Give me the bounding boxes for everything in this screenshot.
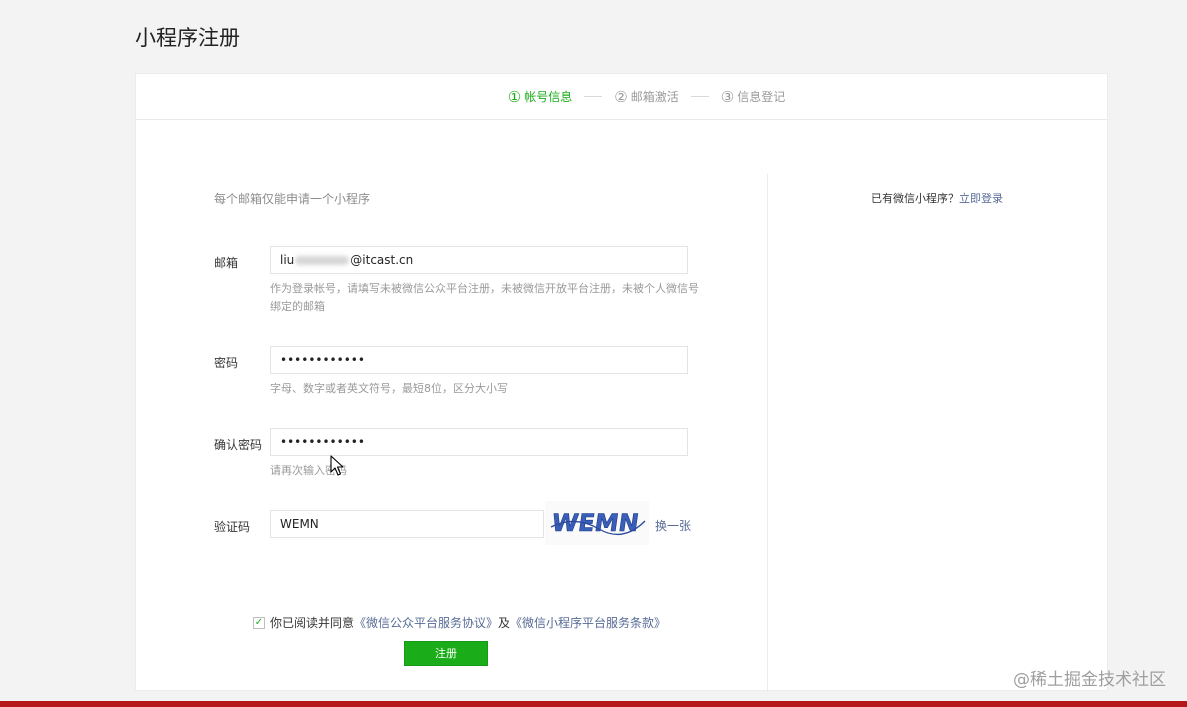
step-number: ② bbox=[614, 87, 628, 106]
agreement: ✓ 你已阅读并同意 《微信公众平台服务协议》 及 《微信小程序平台服务条款》 bbox=[253, 614, 666, 631]
captcha-label: 验证码 bbox=[214, 520, 251, 534]
step-email-activation: ② 邮箱激活 bbox=[614, 88, 678, 106]
register-button[interactable]: 注册 bbox=[404, 641, 488, 666]
step-divider bbox=[690, 96, 709, 97]
password-field[interactable]: •••••••••••• bbox=[270, 346, 688, 374]
registration-form: 每个邮箱仅能申请一个小程序 邮箱 liu @itcast.cn 作为登录帐号，请填… bbox=[136, 174, 768, 692]
blurred-text bbox=[295, 256, 350, 265]
step-info-registration: ③ 信息登记 bbox=[721, 88, 785, 106]
step-account-info: ① 帐号信息 bbox=[508, 88, 572, 106]
login-prompt-text: 已有微信小程序？ bbox=[871, 192, 959, 205]
service-agreement-link[interactable]: 《微信公众平台服务协议》 bbox=[354, 614, 498, 631]
agreement-middle: 及 bbox=[498, 616, 511, 630]
password-label: 密码 bbox=[214, 356, 239, 370]
confirm-password-label: 确认密码 bbox=[214, 438, 263, 452]
captcha-graphic: WEMN bbox=[550, 509, 646, 537]
step-label: 帐号信息 bbox=[524, 90, 573, 104]
email-value-start: liu bbox=[280, 253, 295, 267]
step-label: 邮箱激活 bbox=[630, 90, 679, 104]
bottom-bar bbox=[0, 701, 1187, 707]
email-value-end: @itcast.cn bbox=[350, 253, 414, 267]
mouse-cursor-icon bbox=[330, 455, 344, 476]
step-number: ① bbox=[507, 87, 522, 106]
watermark: @稀土掘金技术社区 bbox=[1013, 670, 1166, 690]
login-prompt: 已有微信小程序？立即登录 bbox=[871, 190, 1003, 206]
form-hint: 每个邮箱仅能申请一个小程序 bbox=[214, 192, 371, 206]
registration-card: ① 帐号信息 ② 邮箱激活 ③ 信息登记 每个邮箱仅能申请一个小程序 邮箱 li… bbox=[135, 73, 1108, 692]
step-divider bbox=[584, 96, 603, 97]
agreement-prefix: 你已阅读并同意 bbox=[270, 616, 355, 630]
step-label: 信息登记 bbox=[737, 90, 786, 104]
login-link[interactable]: 立即登录 bbox=[959, 192, 1003, 205]
captcha-refresh-link[interactable]: 换一张 bbox=[655, 517, 691, 534]
captcha-input[interactable]: WEMN bbox=[270, 510, 544, 538]
email-field[interactable]: liu @itcast.cn bbox=[270, 246, 688, 274]
email-description: 作为登录帐号，请填写未被微信公众平台注册，未被微信开放平台注册，未被个人微信号绑… bbox=[270, 282, 699, 313]
confirm-password-field[interactable]: •••••••••••• bbox=[270, 428, 688, 456]
password-description: 字母、数字或者英文符号，最短8位，区分大小写 bbox=[270, 382, 508, 395]
miniprogram-terms-link[interactable]: 《微信小程序平台服务条款》 bbox=[510, 614, 666, 631]
agreement-checkbox[interactable]: ✓ bbox=[253, 616, 265, 629]
captcha-image[interactable]: WEMN bbox=[545, 501, 649, 545]
step-indicator: ① 帐号信息 ② 邮箱激活 ③ 信息登记 bbox=[136, 74, 1107, 120]
page-title: 小程序注册 bbox=[135, 26, 240, 50]
step-number: ③ bbox=[720, 87, 735, 106]
email-label: 邮箱 bbox=[214, 256, 239, 270]
